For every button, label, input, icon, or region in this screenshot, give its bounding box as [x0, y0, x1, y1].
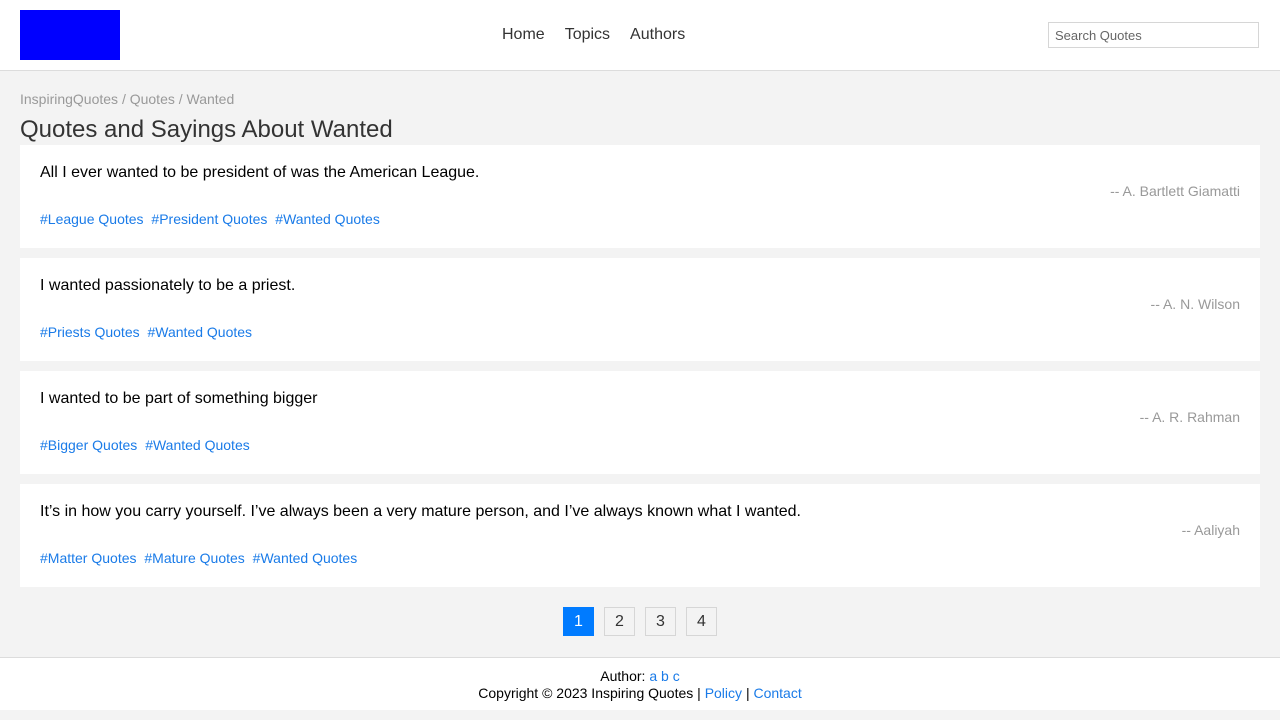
tag-link[interactable]: #Wanted Quotes [148, 324, 253, 340]
footer-authors: Author: a b c [0, 668, 1280, 685]
quote-text: All I ever wanted to be president of was… [40, 164, 480, 181]
tag-link[interactable]: #League Quotes [40, 211, 144, 227]
footer-contact-link[interactable]: Contact [753, 685, 801, 701]
footer-copyright-line: Copyright © 2023 Inspiring Quotes | Poli… [0, 685, 1280, 702]
footer-author-label: Author: [600, 668, 646, 684]
quote-card: I wanted to be part of something bigger … [20, 371, 1260, 474]
quote-tags: #Bigger Quotes #Wanted Quotes [40, 437, 254, 453]
quote-tags: #Matter Quotes #Mature Quotes #Wanted Qu… [40, 550, 361, 566]
tag-link[interactable]: #Priests Quotes [40, 324, 140, 340]
quote-author[interactable]: -- A. R. Rahman [1140, 409, 1240, 425]
tag-link[interactable]: #Wanted Quotes [253, 550, 358, 566]
page-button-1[interactable]: 1 [563, 607, 594, 636]
breadcrumb: InspiringQuotes / Quotes / Wanted [20, 91, 235, 107]
page-button-2[interactable]: 2 [604, 607, 635, 636]
quote-card: I wanted passionately to be a priest. --… [20, 258, 1260, 361]
tag-link[interactable]: #Mature Quotes [144, 550, 244, 566]
quote-card: It’s in how you carry yourself. I’ve alw… [20, 484, 1260, 587]
footer-author-link-b[interactable]: b [661, 668, 669, 684]
quote-author[interactable]: -- A. N. Wilson [1151, 296, 1240, 312]
main-nav: Home Topics Authors [502, 26, 705, 44]
site-header: Home Topics Authors [0, 0, 1280, 71]
nav-topics[interactable]: Topics [565, 26, 610, 44]
footer-author-link-a[interactable]: a [649, 668, 657, 684]
quote-author[interactable]: -- A. Bartlett Giamatti [1110, 183, 1240, 199]
tag-link[interactable]: #Matter Quotes [40, 550, 137, 566]
tag-link[interactable]: #President Quotes [151, 211, 267, 227]
site-logo[interactable] [20, 10, 120, 60]
tag-link[interactable]: #Wanted Quotes [145, 437, 250, 453]
page-title: Quotes and Sayings About Wanted [20, 116, 393, 143]
quote-author[interactable]: -- Aaliyah [1182, 522, 1240, 538]
tag-link[interactable]: #Bigger Quotes [40, 437, 137, 453]
nav-authors[interactable]: Authors [630, 26, 685, 44]
search-input[interactable] [1048, 22, 1259, 48]
footer-separator: | [745, 685, 750, 701]
site-footer: Author: a b c Copyright © 2023 Inspiring… [0, 657, 1280, 710]
quote-text: I wanted to be part of something bigger [40, 390, 318, 407]
footer-policy-link[interactable]: Policy [705, 685, 742, 701]
tag-link[interactable]: #Wanted Quotes [275, 211, 380, 227]
footer-copyright: Copyright © 2023 Inspiring Quotes | [478, 685, 701, 701]
quote-list: All I ever wanted to be president of was… [20, 145, 1260, 597]
page-button-3[interactable]: 3 [645, 607, 676, 636]
pagination: 1 2 3 4 [0, 607, 1280, 636]
quote-card: All I ever wanted to be president of was… [20, 145, 1260, 248]
quote-text: It’s in how you carry yourself. I’ve alw… [40, 503, 801, 520]
quote-tags: #Priests Quotes #Wanted Quotes [40, 324, 256, 340]
nav-home[interactable]: Home [502, 26, 545, 44]
footer-author-link-c[interactable]: c [673, 668, 680, 684]
quote-text: I wanted passionately to be a priest. [40, 277, 296, 294]
quote-tags: #League Quotes #President Quotes #Wanted… [40, 211, 384, 227]
page-button-4[interactable]: 4 [686, 607, 717, 636]
